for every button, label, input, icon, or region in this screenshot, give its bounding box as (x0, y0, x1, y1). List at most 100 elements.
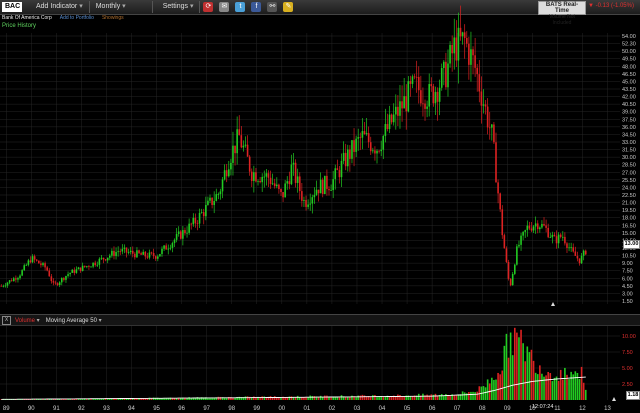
price-chart[interactable]: 54.00 52.3050.00 49.5048.00 46.5045.00 43.50… (0, 0, 640, 413)
candle-body (255, 172, 257, 182)
moving-average-label[interactable]: Moving Average 50 (46, 317, 102, 324)
volume-axis: 10.00 7.50 5.00 2.50 (622, 334, 636, 388)
volume-bar (296, 395, 299, 400)
time-tick-label: 07 (454, 406, 461, 412)
volume-bar (263, 396, 266, 400)
candle-body (511, 273, 514, 286)
candle-body (346, 149, 349, 167)
volume-bar (584, 389, 587, 400)
candle-body (562, 236, 564, 238)
candle-body (179, 231, 182, 239)
candle-body (355, 138, 357, 152)
volume-bar (328, 397, 330, 400)
candle-body (27, 260, 30, 265)
price-tick-label: 21.00 (622, 201, 636, 207)
volume-bar (246, 396, 249, 400)
candle-body (246, 144, 249, 157)
candle-body (332, 179, 334, 191)
volume-bar (309, 395, 312, 400)
candle-body (2, 285, 5, 287)
candle-body (227, 169, 230, 177)
price-tick-label: 52.30 (622, 42, 636, 48)
candle-body (388, 114, 391, 129)
volume-bar (417, 393, 420, 400)
volume-bar (390, 396, 393, 400)
candle-body (361, 131, 364, 138)
volume-bar (225, 398, 228, 400)
volume-bar (555, 376, 558, 400)
candle-body (568, 247, 570, 249)
time-tick-label: 03 (354, 406, 361, 412)
volume-bar (382, 397, 385, 400)
candle-body (142, 251, 145, 255)
time-tick-label: 98 (228, 406, 235, 412)
candle-body (378, 150, 380, 152)
volume-bar (326, 395, 328, 400)
price-tick-label: 40.50 (622, 102, 636, 108)
candle-body (338, 170, 341, 178)
candle-body (372, 150, 374, 152)
candle-body (301, 191, 303, 201)
candle-body (12, 278, 15, 282)
candle-body (530, 228, 533, 231)
volume-bar (434, 393, 437, 400)
candle-body (250, 171, 253, 181)
candle-body (35, 259, 38, 261)
candle-body (564, 236, 566, 244)
volume-bar (478, 386, 481, 400)
candle-body (534, 223, 537, 227)
candle-body (98, 258, 101, 265)
candle-body (79, 267, 82, 271)
candle-body (411, 76, 414, 84)
candle-body (150, 252, 153, 254)
candle-body (177, 231, 180, 234)
volume-bar (524, 361, 527, 400)
candle-body (194, 217, 197, 224)
last-price-badge: 13.00 (623, 240, 640, 249)
candle-body (428, 84, 430, 107)
candle-body (547, 227, 549, 238)
close-icon[interactable]: X (2, 315, 11, 325)
candle-body (551, 234, 554, 238)
candle-body (340, 160, 343, 178)
volume-bar (294, 397, 297, 400)
candle-body (309, 203, 312, 205)
candle-body (424, 103, 426, 109)
volume-bar (539, 365, 541, 400)
candle-body (207, 200, 209, 205)
volume-bar (582, 382, 585, 400)
volume-bar (175, 398, 178, 400)
candle-body (507, 261, 510, 279)
time-tick-label: 97 (203, 406, 210, 412)
volume-bar (557, 380, 560, 400)
volume-bar (549, 373, 552, 400)
scroll-marker-icon (551, 302, 555, 306)
candle-body (276, 184, 278, 187)
candle-body (265, 173, 268, 177)
candle-body (359, 137, 362, 138)
candle-body (459, 27, 462, 37)
candle-body (317, 189, 320, 194)
volume-bars (0, 327, 587, 401)
candle-body (165, 245, 167, 250)
volume-bar (511, 355, 514, 400)
volume-bar (472, 391, 474, 400)
candle-body (42, 263, 44, 266)
candle-body (401, 101, 403, 109)
volume-bar (507, 357, 510, 400)
candle-body (56, 283, 59, 286)
candle-body (465, 37, 468, 44)
candle-body (48, 270, 51, 277)
candle-body (296, 176, 299, 183)
candle-body (336, 168, 339, 171)
time-tick-label: 05 (404, 406, 411, 412)
candle-body (263, 176, 266, 178)
time-tick-label: 13 (604, 406, 611, 412)
candle-body (119, 251, 122, 253)
candle-body (303, 200, 305, 201)
volume-bar (547, 371, 549, 400)
candle-body (386, 124, 389, 129)
candle-body (491, 124, 493, 128)
volume-indicator-label[interactable]: Volume (15, 317, 40, 324)
volume-bar (372, 395, 374, 400)
